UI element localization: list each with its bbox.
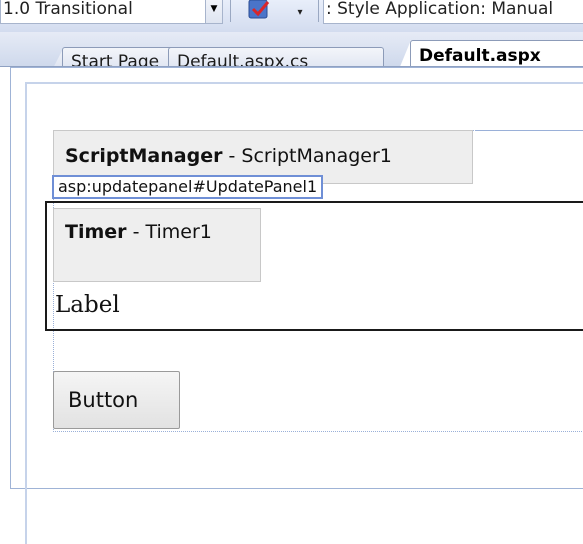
form-outline-top (475, 130, 583, 131)
script-manager-id: - ScriptManager1 (222, 145, 392, 167)
toolbar-overflow-icon[interactable]: ▾ (293, 6, 307, 20)
document-tab-strip: Start Page Default.aspx.cs Default.aspx (0, 32, 583, 67)
toolbar-separator (230, 0, 231, 22)
tab-start-page[interactable]: Start Page (62, 47, 174, 66)
tab-default-aspx-cs[interactable]: Default.aspx.cs (168, 47, 384, 66)
label-control[interactable]: Label (55, 292, 120, 318)
doctype-combo[interactable]: 1.0 Transitional (0, 0, 209, 24)
update-panel-tag[interactable]: asp:updatepanel#UpdatePanel1 (52, 175, 324, 199)
style-application-combo[interactable]: : Style Application: Manual (323, 0, 583, 24)
toolbar: 1.0 Transitional ▼ ▾ : Style Application… (0, 0, 583, 32)
tab-default-aspx[interactable]: Default.aspx (410, 40, 583, 66)
toolbar-separator (318, 0, 319, 22)
timer-control[interactable]: Timer - Timer1 (53, 208, 261, 282)
tab-edge (397, 40, 411, 66)
script-manager-type: ScriptManager (65, 145, 223, 167)
check-page-icon[interactable] (244, 0, 274, 22)
timer-type: Timer (65, 221, 127, 243)
doctype-dropdown-arrow-icon[interactable]: ▼ (205, 0, 223, 24)
timer-id: - Timer1 (126, 221, 212, 243)
button-control[interactable]: Button (53, 371, 180, 429)
